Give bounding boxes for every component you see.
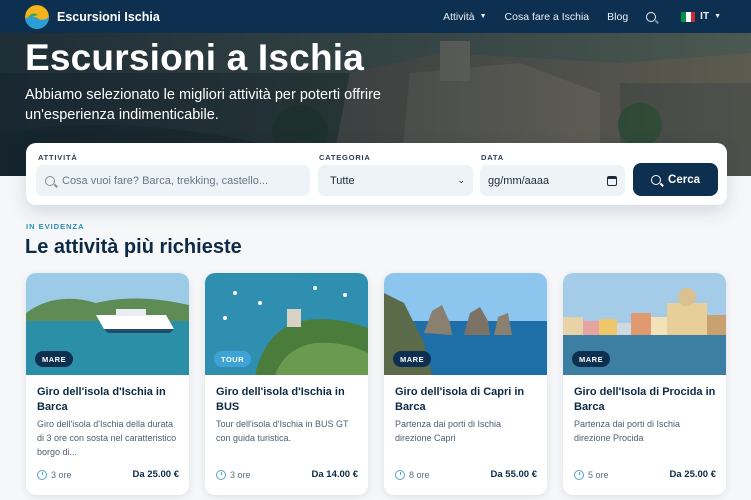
nav-link-cosa-fare[interactable]: Cosa fare a Ischia (505, 11, 590, 23)
duration-text: 8 ore (409, 469, 430, 480)
activity-search-input[interactable]: Cosa vuoi fare? Barca, trekking, castell… (36, 165, 310, 196)
card-duration: 3 ore (37, 469, 72, 480)
category-badge: MARE (35, 351, 74, 367)
card-title: Giro dell'isola di Capri in Barca (395, 386, 525, 413)
category-label: CATEGORIA (319, 153, 371, 162)
category-value: Tutte (330, 174, 355, 187)
card-description: Tour dell'isola d'Ischia in BUS GT con g… (216, 419, 349, 443)
duration-text: 3 ore (230, 469, 251, 480)
page-title: Escursioni a Ischia (25, 37, 365, 78)
italy-flag-icon (681, 11, 696, 22)
activity-card[interactable]: TOUR Giro dell'isola d'Ischia in BUS Tou… (205, 273, 368, 495)
nav-link-blog[interactable]: Blog (607, 11, 628, 23)
logo-icon (25, 4, 49, 29)
clock-icon (37, 469, 47, 480)
nav-link-attivita[interactable]: Attività ▼ (443, 11, 486, 23)
card-description: Giro dell'isola d'Ischia della durata di… (37, 419, 177, 457)
date-placeholder: gg/mm/aaaa (488, 174, 550, 187)
card-duration: 5 ore (574, 469, 609, 480)
card-description: Partenza dai porti di Ischia direzione P… (574, 419, 681, 443)
search-button-label: Cerca (668, 173, 700, 186)
card-duration: 8 ore (395, 469, 430, 480)
activity-card[interactable]: MARE Giro dell'isola di Capri in Barca P… (384, 273, 547, 495)
card-price: Da 55.00 € (490, 469, 537, 480)
hero-subtitle: Abbiamo selezionato le migliori attività… (25, 87, 381, 123)
nav-link-label: Attività (443, 10, 475, 23)
duration-text: 5 ore (588, 469, 609, 480)
card-title: Giro dell'isola d'Ischia in Barca (37, 386, 166, 413)
clock-icon (216, 469, 226, 480)
clock-icon (574, 469, 584, 480)
nav-link-label: Blog (607, 10, 629, 23)
activity-card[interactable]: MARE Giro dell'isola d'Ischia in Barca G… (26, 273, 189, 495)
language-selector[interactable]: IT ▼ (681, 11, 721, 22)
category-badge: TOUR (214, 351, 252, 367)
activity-cards: MARE Giro dell'isola d'Ischia in Barca G… (26, 273, 727, 500)
card-price: Da 14.00 € (311, 469, 358, 480)
activity-label: ATTIVITÀ (38, 153, 78, 162)
section-title: Le attività più richieste (25, 236, 242, 258)
search-icon (651, 174, 662, 185)
date-label: DATA (481, 153, 504, 162)
brand-name: Escursioni Ischia (57, 9, 160, 24)
nav-link-label: Cosa fare a Ischia (504, 10, 590, 23)
search-icon[interactable] (646, 11, 663, 22)
activity-card[interactable]: MARE Giro dell'Isola di Procida in Barca… (563, 273, 726, 495)
chevron-down-icon: ▼ (714, 13, 721, 20)
duration-text: 3 ore (51, 469, 72, 480)
brand[interactable]: Escursioni Ischia (25, 4, 160, 29)
activity-placeholder: Cosa vuoi fare? Barca, trekking, castell… (62, 174, 269, 187)
category-badge: MARE (572, 351, 611, 367)
card-duration: 3 ore (216, 469, 251, 480)
search-icon (45, 175, 55, 186)
date-input[interactable]: gg/mm/aaaa (480, 165, 625, 196)
card-title: Giro dell'Isola di Procida in Barca (574, 386, 716, 413)
chevron-down-icon: ⌄ (457, 175, 465, 185)
card-title: Giro dell'isola d'Ischia in BUS (216, 386, 345, 413)
card-price: Da 25.00 € (669, 469, 716, 480)
category-select[interactable]: Tutte ⌄ (318, 165, 473, 196)
calendar-icon[interactable] (607, 175, 617, 186)
top-navbar: Escursioni Ischia Attività ▼ Cosa fare a… (0, 0, 751, 33)
category-badge: MARE (393, 351, 432, 367)
card-price: Da 25.00 € (132, 469, 179, 480)
search-panel: ATTIVITÀ Cosa vuoi fare? Barca, trekking… (26, 143, 727, 205)
card-description: Partenza dai porti di Ischia direzione C… (395, 419, 502, 443)
search-button[interactable]: Cerca (633, 163, 718, 196)
language-code: IT (700, 11, 710, 22)
clock-icon (395, 469, 405, 480)
section-eyebrow: IN EVIDENZA (26, 222, 85, 231)
chevron-down-icon: ▼ (479, 13, 487, 20)
